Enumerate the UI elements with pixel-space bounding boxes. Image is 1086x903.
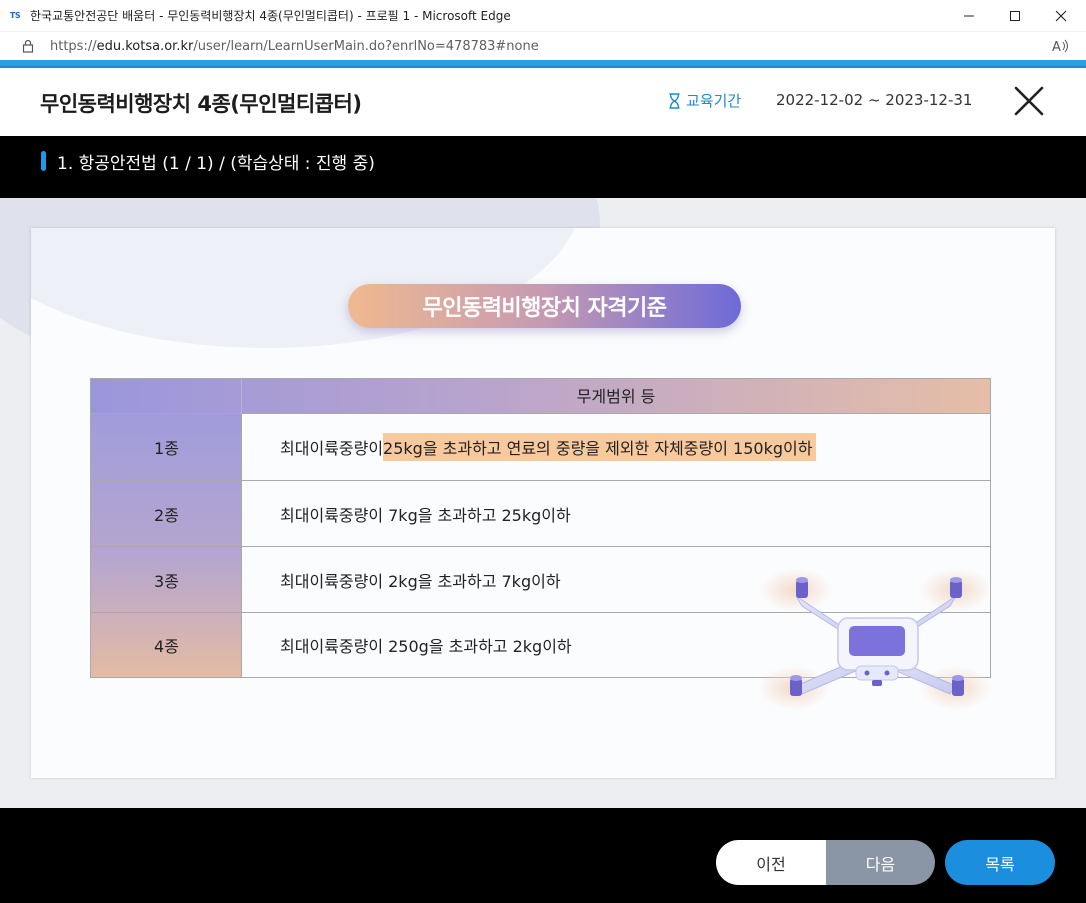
drone-illustration	[758, 568, 991, 710]
close-course-button[interactable]	[1012, 84, 1046, 118]
criteria-text: 최대이륙중량이	[280, 439, 384, 458]
chapter-marker	[41, 151, 46, 171]
table-header-label: 무게범위 등	[576, 387, 656, 406]
chapter-title: 1. 항공안전법 (1 / 1) / (학습상태 : 진행 중)	[57, 154, 375, 174]
accent-line	[0, 60, 1086, 68]
table-header-row: 무게범위 등	[91, 379, 990, 414]
address-bar[interactable]: https://edu.kotsa.or.kr/user/learn/Learn…	[0, 32, 1086, 60]
row-criteria: 최대이륙중량이 7kg을 초과하고 25kg이하	[280, 505, 571, 525]
row-criteria: 최대이륙중량이 250g을 초과하고 2kg이하	[280, 637, 572, 656]
maximize-button[interactable]	[992, 0, 1038, 32]
row-class-label: 2종	[154, 505, 179, 525]
window-close-button[interactable]	[1038, 0, 1084, 32]
minimize-icon	[964, 15, 974, 17]
url-host: edu.kotsa.or.kr	[96, 38, 194, 54]
svg-text:A: A	[1052, 40, 1061, 54]
url-prefix: https://	[50, 38, 97, 54]
lesson-footer: 이전 다음 목록	[0, 808, 1086, 903]
previous-button[interactable]: 이전	[716, 840, 826, 885]
browser-title-bar: TS 한국교통안전공단 배움터 - 무인동력비행장치 4종(무인멀티콥터) - …	[0, 0, 1086, 32]
table-row: 1종 최대이륙중량이 25kg을 초과하고 연료의 중량을 제외한 자체중량이 …	[91, 414, 990, 481]
row-criteria: 최대이륙중량이 2kg을 초과하고 7kg이하	[280, 571, 561, 591]
education-period-label: 교육기간	[668, 90, 741, 111]
read-aloud-icon[interactable]: A	[1052, 38, 1070, 55]
row-class-label: 4종	[154, 637, 179, 656]
course-title: 무인동력비행장치 4종(무인멀티콥터)	[40, 92, 362, 116]
slide-title: 무인동력비행장치 자격기준	[422, 296, 667, 321]
minimize-button[interactable]	[946, 0, 992, 32]
period-label-text: 교육기간	[686, 92, 742, 110]
course-header: 무인동력비행장치 4종(무인멀티콥터) 교육기간 2022-12-02 ~ 20…	[0, 68, 1086, 136]
lesson-stage: 무인동력비행장치 자격기준 무게범위 등 1종 최대이륙중량이 25kg을 초과…	[0, 198, 1086, 808]
table-row: 2종 최대이륙중량이 7kg을 초과하고 25kg이하	[91, 481, 990, 547]
slide-title-pill: 무인동력비행장치 자격기준	[348, 284, 741, 328]
education-period-dates: 2022-12-02 ~ 2023-12-31	[776, 91, 973, 109]
lock-icon	[20, 38, 36, 54]
close-icon	[1055, 10, 1067, 22]
row-criteria: 최대이륙중량이 25kg을 초과하고 연료의 중량을 제외한 자체중량이 150…	[280, 414, 817, 480]
row-class-label: 3종	[154, 571, 179, 591]
next-button[interactable]: 다음	[826, 840, 935, 885]
close-icon	[1014, 86, 1044, 116]
criteria-highlight: 25kg을 초과하고 연료의 중량을 제외한 자체중량이 150kg이하	[383, 433, 817, 461]
site-favicon-icon: TS	[9, 11, 21, 20]
row-class-label: 1종	[154, 439, 179, 458]
maximize-icon	[1010, 11, 1020, 21]
hourglass-icon	[669, 92, 680, 109]
chapter-bar: 1. 항공안전법 (1 / 1) / (학습상태 : 진행 중)	[0, 136, 1086, 198]
url-path: /user/learn/LearnUserMain.do?enrlNo=4787…	[193, 38, 539, 54]
slide-card: 무인동력비행장치 자격기준 무게범위 등 1종 최대이륙중량이 25kg을 초과…	[31, 228, 1055, 778]
list-button[interactable]: 목록	[945, 840, 1055, 885]
window-title: 한국교통안전공단 배움터 - 무인동력비행장치 4종(무인멀티콥터) - 프로필…	[30, 9, 511, 23]
table-header-blank	[91, 379, 242, 414]
url-text[interactable]: https://edu.kotsa.or.kr/user/learn/Learn…	[50, 39, 539, 54]
